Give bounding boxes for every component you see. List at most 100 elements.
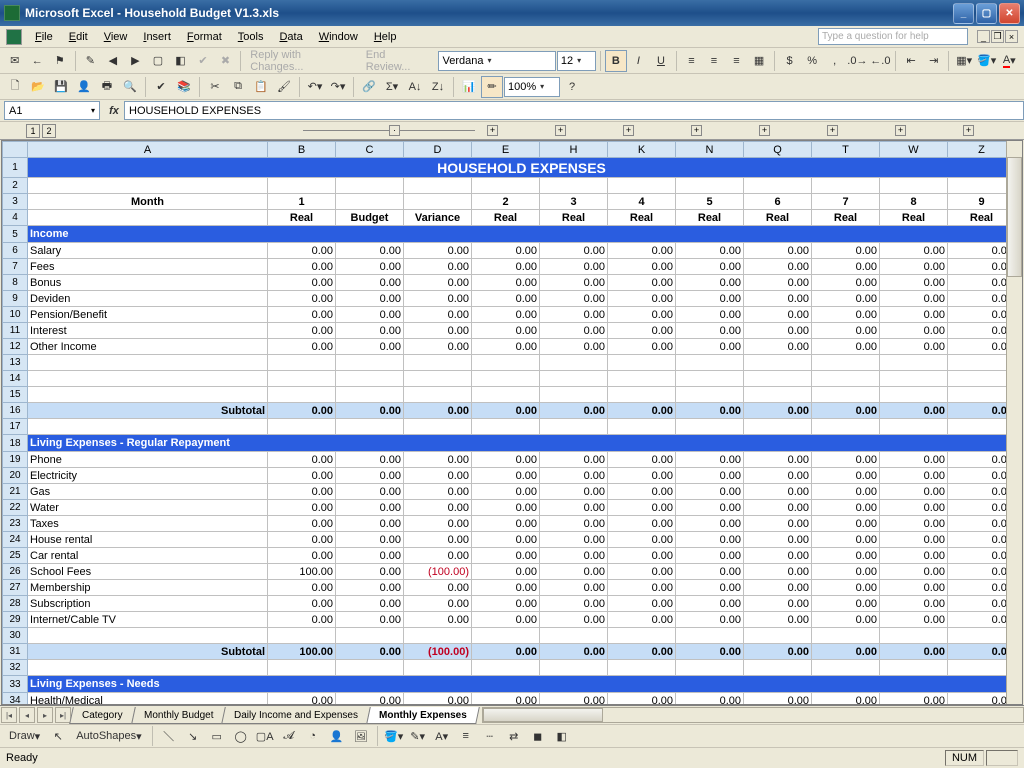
row-header[interactable]: 2 — [3, 178, 28, 194]
autosum-icon[interactable]: Σ▾ — [381, 76, 403, 98]
italic-button[interactable]: I — [628, 50, 650, 72]
cell[interactable]: 0.00 — [540, 596, 608, 612]
column-header[interactable]: N — [676, 142, 744, 158]
cell[interactable]: 0.00 — [336, 275, 404, 291]
outline-expand-w[interactable]: + — [895, 125, 906, 136]
cell[interactable] — [608, 660, 676, 676]
cell[interactable] — [336, 194, 404, 210]
cell[interactable] — [472, 387, 540, 403]
cell[interactable]: 0.00 — [608, 403, 676, 419]
cell[interactable]: 0.00 — [744, 291, 812, 307]
cell[interactable]: 0.00 — [472, 403, 540, 419]
cell[interactable] — [268, 419, 336, 435]
cell[interactable] — [268, 371, 336, 387]
cell[interactable]: 100.00 — [268, 644, 336, 660]
cell[interactable]: 0.00 — [472, 580, 540, 596]
cell[interactable] — [404, 371, 472, 387]
tab-last-button[interactable]: ▸| — [55, 707, 71, 723]
currency-button[interactable]: $ — [779, 50, 801, 72]
cell[interactable]: 0.00 — [336, 243, 404, 259]
cell[interactable] — [472, 178, 540, 194]
sort-asc-icon[interactable]: A↓ — [404, 76, 426, 98]
cell[interactable]: 0.00 — [404, 323, 472, 339]
cell[interactable]: Membership — [28, 580, 268, 596]
outline-level-1[interactable]: 1 — [26, 124, 40, 138]
undo-icon[interactable]: ↶▾ — [304, 76, 326, 98]
cell[interactable]: 0.00 — [880, 532, 948, 548]
spreadsheet[interactable]: ABCDEHKNQTWZ1HOUSEHOLD EXPENSES23Month12… — [2, 141, 1006, 704]
line-style-icon[interactable]: ≡ — [455, 725, 477, 747]
cell[interactable]: 0.00 — [540, 500, 608, 516]
cell[interactable]: 0.00 — [812, 693, 880, 705]
cell[interactable]: 0.00 — [608, 259, 676, 275]
cell[interactable]: 0.00 — [336, 580, 404, 596]
cell[interactable] — [948, 628, 1007, 644]
cell[interactable]: 0.00 — [948, 693, 1007, 705]
print-icon[interactable]: 🖶 — [96, 76, 118, 98]
align-right-button[interactable]: ≡ — [726, 50, 748, 72]
cell[interactable]: 0.00 — [336, 291, 404, 307]
cell[interactable]: 0.00 — [676, 644, 744, 660]
cell[interactable] — [744, 371, 812, 387]
cell[interactable]: Salary — [28, 243, 268, 259]
arrow-icon[interactable]: ↘ — [182, 725, 204, 747]
cell[interactable] — [948, 355, 1007, 371]
arrow-style-icon[interactable]: ⇄ — [503, 725, 525, 747]
cell[interactable]: 0.00 — [336, 564, 404, 580]
cell[interactable]: 0.00 — [608, 596, 676, 612]
row-header[interactable]: 27 — [3, 580, 28, 596]
row-header[interactable]: 21 — [3, 484, 28, 500]
cell[interactable]: 0.00 — [948, 339, 1007, 355]
cell[interactable]: 0.00 — [676, 548, 744, 564]
cell[interactable]: Interest — [28, 323, 268, 339]
cell[interactable]: 0.00 — [880, 500, 948, 516]
cell[interactable]: 0.00 — [812, 644, 880, 660]
cell[interactable]: House rental — [28, 532, 268, 548]
cell[interactable] — [608, 628, 676, 644]
align-center-button[interactable]: ≡ — [703, 50, 725, 72]
cell[interactable]: Gas — [28, 484, 268, 500]
cell[interactable]: 0.00 — [744, 532, 812, 548]
name-box[interactable]: A1▾ — [4, 101, 100, 120]
row-header[interactable]: 5 — [3, 226, 28, 243]
grid-scroll[interactable]: ABCDEHKNQTWZ1HOUSEHOLD EXPENSES23Month12… — [2, 141, 1006, 704]
cell[interactable]: 0.00 — [540, 484, 608, 500]
cell[interactable] — [744, 419, 812, 435]
column-header[interactable]: Q — [744, 142, 812, 158]
textbox-icon[interactable]: ▢A — [254, 725, 276, 747]
cell[interactable]: 0.00 — [472, 339, 540, 355]
menu-window[interactable]: Window — [312, 29, 365, 45]
merge-center-button[interactable]: ▦ — [748, 50, 770, 72]
row-header[interactable]: 20 — [3, 468, 28, 484]
cell[interactable]: 0.00 — [812, 596, 880, 612]
menu-file[interactable]: File — [28, 29, 60, 45]
cell[interactable]: 0.00 — [880, 580, 948, 596]
cell[interactable]: 0.00 — [540, 243, 608, 259]
cell[interactable] — [880, 660, 948, 676]
cell[interactable]: 0.00 — [336, 339, 404, 355]
cell[interactable] — [608, 419, 676, 435]
cell[interactable]: 0.00 — [336, 484, 404, 500]
cell[interactable]: 0.00 — [812, 275, 880, 291]
autoshapes-menu[interactable]: AutoShapes ▾ — [71, 725, 146, 747]
row-header[interactable]: 19 — [3, 452, 28, 468]
cell[interactable] — [472, 660, 540, 676]
cell[interactable]: 0.00 — [472, 484, 540, 500]
cell[interactable]: 0.00 — [404, 500, 472, 516]
oval-icon[interactable]: ◯ — [230, 725, 252, 747]
cell[interactable]: 0.00 — [676, 468, 744, 484]
cell[interactable]: 0.00 — [472, 307, 540, 323]
cell[interactable]: Phone — [28, 452, 268, 468]
row-header[interactable]: 23 — [3, 516, 28, 532]
hyperlink-icon[interactable]: 🔗 — [358, 76, 380, 98]
cell[interactable]: 0.00 — [812, 339, 880, 355]
cell[interactable]: Water — [28, 500, 268, 516]
cell[interactable]: 0.00 — [744, 596, 812, 612]
cell[interactable]: 0.00 — [540, 564, 608, 580]
cell[interactable] — [676, 355, 744, 371]
cell[interactable]: 0.00 — [540, 516, 608, 532]
column-header[interactable]: W — [880, 142, 948, 158]
cell[interactable]: Budget — [336, 210, 404, 226]
redo-icon[interactable]: ↷▾ — [327, 76, 349, 98]
row-header[interactable]: 4 — [3, 210, 28, 226]
